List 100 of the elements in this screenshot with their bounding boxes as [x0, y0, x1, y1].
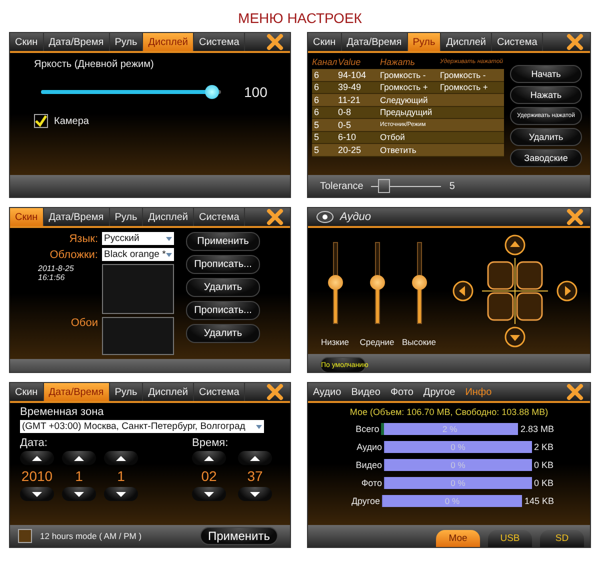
tab[interactable]: Дисплей	[441, 33, 492, 51]
table-row[interactable]: 5 6-10 Отбой	[312, 132, 504, 144]
usage-percent: 0 %	[450, 477, 466, 489]
table-cell-text: Громкость +	[440, 82, 489, 92]
tab[interactable]: Система	[194, 33, 246, 51]
action-button[interactable]: Удалить	[186, 278, 260, 297]
action-button[interactable]: Прописать...	[186, 255, 260, 274]
usage-percent: 0 %	[450, 459, 466, 471]
decrease-button[interactable]	[104, 487, 138, 501]
tab[interactable]: Другое	[418, 383, 460, 401]
usage-size: 0 KB	[534, 460, 554, 470]
usage-size: 145 KB	[524, 496, 554, 506]
car-seats-drawing	[482, 258, 548, 324]
slider-thumb[interactable]	[328, 275, 342, 290]
action-button[interactable]: Применить	[186, 232, 260, 251]
table-row[interactable]: 6 0-8 Предыдущий	[312, 106, 504, 119]
timezone-dropdown[interactable]: (GMT +03:00) Москва, Санкт-Петербург, Волгоград	[20, 420, 264, 433]
language-label: Язык:	[68, 232, 98, 244]
action-button[interactable]: Удалить	[510, 128, 582, 146]
close-icon[interactable]	[266, 384, 284, 400]
table-cell-text: 5	[314, 144, 320, 155]
tab[interactable]: Скин	[10, 208, 44, 226]
increase-button[interactable]	[238, 451, 272, 465]
category-label: Другое	[350, 496, 380, 506]
tolerance-slider[interactable]	[371, 178, 442, 194]
tab[interactable]: Руль	[408, 33, 442, 51]
slider-label: Высокие	[402, 337, 436, 347]
tab[interactable]: Руль	[110, 208, 144, 226]
tab[interactable]: Дисплей	[143, 208, 194, 226]
close-icon[interactable]	[566, 209, 584, 225]
date-label: Дата:	[20, 437, 48, 449]
down-triangle-icon	[250, 492, 260, 496]
twelve-hour-checkbox[interactable]	[18, 529, 32, 543]
tab[interactable]: Система	[194, 383, 246, 401]
twelve-hour-label: 12 hours mode ( AM / PM )	[40, 531, 142, 541]
table-cell-text: 6	[314, 94, 320, 105]
table-row[interactable]: 6 39-49 Громкость + Громкость +	[312, 82, 504, 94]
slider-thumb[interactable]	[205, 85, 219, 99]
table-row[interactable]: 6 11-21 Следующий	[312, 94, 504, 106]
right-arrow-button[interactable]	[556, 280, 578, 302]
close-icon[interactable]	[266, 209, 284, 225]
action-button[interactable]: Заводские	[510, 149, 582, 167]
apply-button[interactable]: Применить	[200, 527, 278, 545]
action-button[interactable]: Прописать...	[186, 301, 260, 320]
up-triangle-icon	[250, 456, 260, 460]
down-triangle-icon	[116, 492, 126, 496]
tab[interactable]: Дата/Время	[44, 33, 110, 51]
language-dropdown[interactable]: Русский	[102, 232, 174, 245]
action-button[interactable]: Нажать	[510, 86, 582, 104]
up-arrow-button[interactable]	[504, 234, 526, 256]
increase-button[interactable]	[20, 451, 54, 465]
tab[interactable]: Дисплей	[143, 33, 194, 51]
tab[interactable]: Фото	[385, 383, 418, 401]
column-header: Нажать	[380, 57, 416, 67]
increase-button[interactable]	[104, 451, 138, 465]
increase-button[interactable]	[192, 451, 226, 465]
tab[interactable]: Руль	[110, 383, 144, 401]
spinner-value: 02	[201, 468, 217, 484]
left-arrow-button[interactable]	[452, 280, 474, 302]
tab[interactable]: Дата/Время	[44, 383, 110, 401]
down-arrow-button[interactable]	[504, 326, 526, 348]
skins-dropdown[interactable]: Black orange *	[102, 248, 174, 261]
tab[interactable]: Система	[492, 33, 544, 51]
decrease-button[interactable]	[192, 487, 226, 501]
tab[interactable]: Аудио	[308, 383, 346, 401]
storage-tab[interactable]: USB	[488, 530, 532, 547]
slider-thumb[interactable]	[370, 275, 384, 290]
camera-checkbox[interactable]	[34, 114, 48, 128]
slider-thumb[interactable]	[412, 275, 426, 290]
tab[interactable]: Система	[194, 208, 246, 226]
column-header: Канал	[312, 57, 338, 67]
slider-thumb[interactable]	[378, 179, 390, 193]
tab[interactable]: Дисплей	[143, 383, 194, 401]
table-cell-text: Отбой	[380, 132, 406, 142]
close-icon[interactable]	[566, 34, 584, 50]
close-icon[interactable]	[266, 34, 284, 50]
time-label: Время:	[192, 437, 230, 449]
table-row[interactable]: 5 20-25 Ответить	[312, 144, 504, 156]
tab[interactable]: Скин	[308, 33, 342, 51]
increase-button[interactable]	[62, 451, 96, 465]
tab[interactable]: Видео	[346, 383, 386, 401]
table-cell-text: 20-25	[338, 144, 362, 155]
close-icon[interactable]	[566, 384, 584, 400]
tab[interactable]: Инфо	[460, 383, 497, 401]
page-title: МЕНЮ НАСТРОЕК	[238, 10, 362, 28]
decrease-button[interactable]	[62, 487, 96, 501]
decrease-button[interactable]	[20, 487, 54, 501]
category-label: Фото	[360, 478, 382, 488]
usage-size: 0 KB	[534, 478, 554, 488]
table-cell-text: 0-8	[338, 107, 352, 118]
tab[interactable]: Скин	[10, 33, 44, 51]
date-text: 2011-8-25	[38, 264, 75, 273]
table-row[interactable]: 6 94-104 Громкость - Громкость -	[312, 69, 504, 82]
storage-tab[interactable]: SD	[540, 530, 584, 547]
tab[interactable]: Дата/Время	[44, 208, 110, 226]
storage-tab[interactable]: Мое	[436, 530, 480, 547]
down-triangle-icon	[32, 492, 42, 496]
action-button[interactable]: Удалить	[186, 324, 260, 343]
decrease-button[interactable]	[238, 487, 272, 501]
action-button[interactable]: Начать	[510, 65, 582, 83]
